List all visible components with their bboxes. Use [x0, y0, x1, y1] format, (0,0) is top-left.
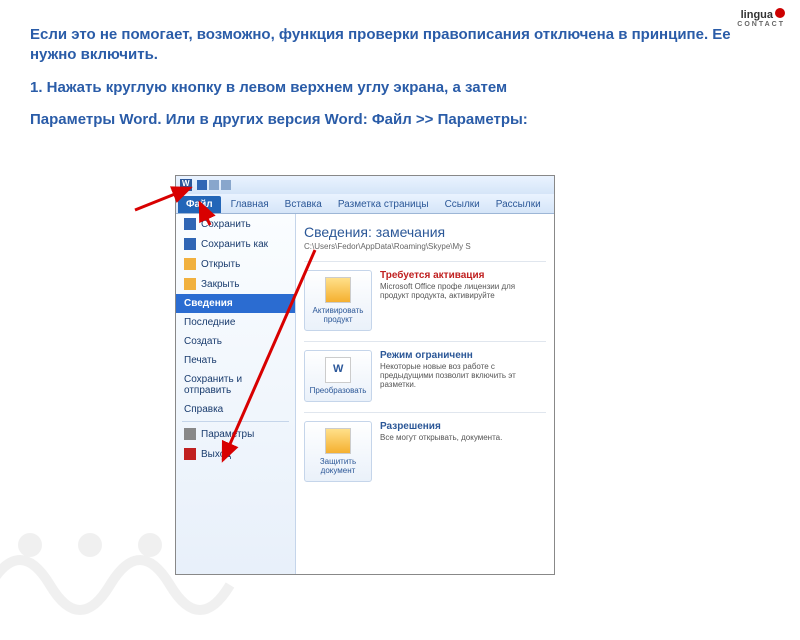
- convert-text: Режим ограниченн Некоторые новые воз раб…: [380, 350, 546, 402]
- title-bar: [176, 176, 554, 194]
- logo-text: lingua: [741, 9, 773, 21]
- sidebar-item-saveas[interactable]: Сохранить как: [176, 234, 295, 254]
- protect-desc: Все могут открывать, документа.: [380, 433, 546, 442]
- protect-button-label: Защитить документ: [320, 457, 356, 475]
- content-title: Сведения: замечания: [304, 224, 546, 240]
- protect-button[interactable]: Защитить документ: [304, 421, 372, 482]
- backstage-content: Сведения: замечания C:\Users\Fedor\AppDa…: [296, 214, 554, 574]
- tab-mail[interactable]: Рассылки: [488, 196, 549, 213]
- sidebar-item-close[interactable]: Закрыть: [176, 274, 295, 294]
- qat-save-icon[interactable]: [197, 180, 207, 190]
- sidebar-label-share: Сохранить и отправить: [184, 374, 287, 396]
- qat-undo-icon[interactable]: [209, 180, 219, 190]
- sidebar-separator: [182, 421, 289, 422]
- tab-home[interactable]: Главная: [223, 196, 277, 213]
- sidebar-label-new: Создать: [184, 336, 222, 347]
- convert-button-label: Преобразовать: [310, 386, 367, 395]
- saveas-icon: [184, 238, 196, 250]
- sidebar-label-saveas: Сохранить как: [201, 239, 268, 250]
- activate-title: Требуется активация: [380, 270, 546, 281]
- tab-layout[interactable]: Разметка страницы: [330, 196, 437, 213]
- sidebar-item-open[interactable]: Открыть: [176, 254, 295, 274]
- sidebar-item-new[interactable]: Создать: [176, 332, 295, 351]
- convert-title: Режим ограниченн: [380, 350, 546, 361]
- activate-button-label: Активировать продукт: [313, 306, 364, 324]
- activate-icon: [325, 277, 351, 303]
- protect-text: Разрешения Все могут открывать, документ…: [380, 421, 546, 482]
- sidebar-label-open: Открыть: [201, 259, 240, 270]
- close-icon: [184, 278, 196, 290]
- logo-dot-icon: [775, 8, 785, 18]
- section-activate: Активировать продукт Требуется активация…: [304, 261, 546, 331]
- sidebar-label-recent: Последние: [184, 317, 235, 328]
- watermark: [0, 435, 260, 640]
- ribbon-tabs: Файл Главная Вставка Разметка страницы С…: [176, 194, 554, 214]
- sidebar-label-close: Закрыть: [201, 279, 240, 290]
- qat-redo-icon[interactable]: [221, 180, 231, 190]
- sidebar-label-save: Сохранить: [201, 219, 251, 230]
- instruction-p3: Параметры Word. Или в других версия Word…: [30, 110, 770, 130]
- sidebar-label-info: Сведения: [184, 298, 233, 309]
- tab-file[interactable]: Файл: [178, 196, 221, 213]
- tab-insert[interactable]: Вставка: [277, 196, 330, 213]
- sidebar-item-recent[interactable]: Последние: [176, 313, 295, 332]
- section-protect: Защитить документ Разрешения Все могут о…: [304, 412, 546, 482]
- content-path: C:\Users\Fedor\AppData\Roaming\Skype\My …: [304, 242, 546, 251]
- sidebar-label-print: Печать: [184, 355, 217, 366]
- brand-logo: lingua CONTACT: [737, 8, 785, 28]
- protect-icon: [325, 428, 351, 454]
- word-app-icon[interactable]: [180, 179, 192, 191]
- activate-desc: Microsoft Office профе лицензии для прод…: [380, 282, 546, 300]
- activate-button[interactable]: Активировать продукт: [304, 270, 372, 331]
- protect-title: Разрешения: [380, 421, 546, 432]
- sidebar-label-help: Справка: [184, 404, 223, 415]
- sidebar-item-share[interactable]: Сохранить и отправить: [176, 370, 295, 400]
- instruction-block: Если это не помогает, возможно, функция …: [0, 0, 800, 147]
- convert-button[interactable]: Преобразовать: [304, 350, 372, 402]
- tab-refs[interactable]: Ссылки: [437, 196, 488, 213]
- convert-icon: [325, 357, 351, 383]
- convert-desc: Некоторые новые воз работе с предыдущими…: [380, 362, 546, 389]
- logo-subtext: CONTACT: [737, 21, 785, 28]
- save-icon: [184, 218, 196, 230]
- sidebar-item-print[interactable]: Печать: [176, 351, 295, 370]
- open-icon: [184, 258, 196, 270]
- sidebar-item-help[interactable]: Справка: [176, 400, 295, 419]
- instruction-p1: Если это не помогает, возможно, функция …: [30, 25, 770, 66]
- activate-text: Требуется активация Microsoft Office про…: [380, 270, 546, 331]
- section-convert: Преобразовать Режим ограниченн Некоторые…: [304, 341, 546, 402]
- instruction-p2: 1. Нажать круглую кнопку в левом верхнем…: [30, 78, 770, 98]
- sidebar-item-info[interactable]: Сведения: [176, 294, 295, 313]
- sidebar-item-save[interactable]: Сохранить: [176, 214, 295, 234]
